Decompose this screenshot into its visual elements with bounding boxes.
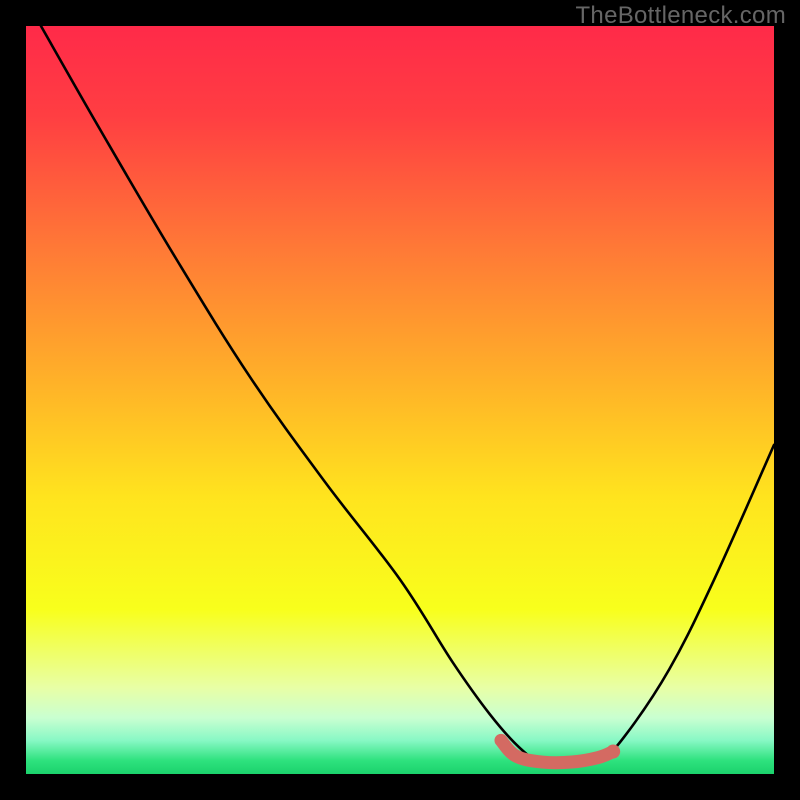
plot-area [26,26,774,774]
chart-frame: TheBottleneck.com [0,0,800,800]
gradient-background [26,26,774,774]
bottleneck-chart [26,26,774,774]
optimal-band-endpoint [606,745,620,759]
